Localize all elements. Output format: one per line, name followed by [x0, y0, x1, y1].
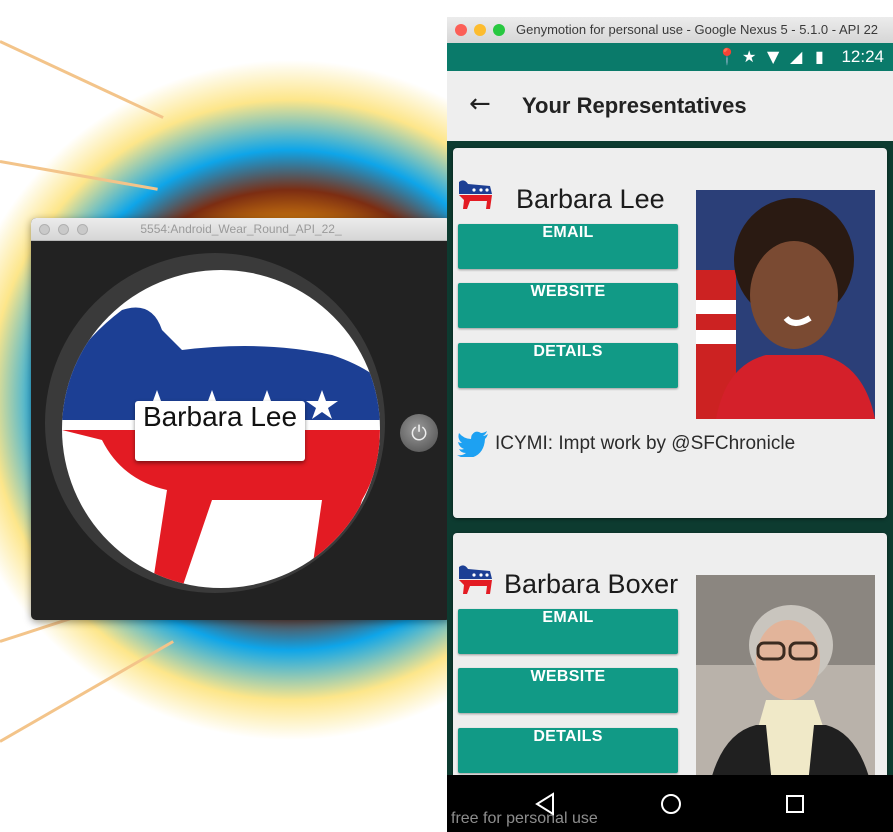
signal-icon: ◢	[790, 47, 803, 66]
battery-icon: ▮	[815, 47, 824, 66]
status-time: 12:24	[841, 47, 884, 66]
representatives-list[interactable]: Barbara Lee EMAIL WEBSITE DETAILS ICYMI:…	[447, 141, 893, 775]
rep-name: Barbara Boxer	[504, 569, 679, 599]
wear-emulator-window: 5554:Android_Wear_Round_API_22_ Barbara …	[31, 218, 451, 620]
rep-name: Barbara Lee	[516, 184, 665, 214]
nav-home-icon[interactable]	[656, 789, 686, 819]
close-button[interactable]	[455, 24, 467, 36]
email-button[interactable]: EMAIL	[458, 609, 678, 654]
minimize-button[interactable]	[474, 24, 486, 36]
zoom-button[interactable]	[493, 24, 505, 36]
star-icon: ★	[742, 47, 757, 66]
details-button[interactable]: DETAILS	[458, 728, 678, 773]
representative-card: Barbara Boxer EMAIL WEBSITE DETAILS	[453, 533, 887, 775]
watermark: free for personal use	[451, 810, 598, 827]
nav-recents-icon[interactable]	[780, 789, 810, 819]
back-arrow-icon[interactable]: ←	[469, 89, 491, 119]
phone-window-titlebar[interactable]: Genymotion for personal use - Google Nex…	[447, 17, 893, 44]
website-button[interactable]: WEBSITE	[458, 668, 678, 713]
power-icon[interactable]: ⏻	[400, 414, 438, 452]
wear-window-titlebar[interactable]: 5554:Android_Wear_Round_API_22_	[31, 218, 451, 241]
phone-emulator-window: Genymotion for personal use - Google Nex…	[447, 17, 893, 832]
phone-window-title: Genymotion for personal use - Google Nex…	[516, 22, 879, 37]
representative-card: Barbara Lee EMAIL WEBSITE DETAILS ICYMI:…	[453, 148, 887, 518]
rep-photo	[696, 190, 875, 419]
app-bar: ← Your Representatives	[447, 71, 893, 141]
democrat-donkey-icon	[459, 180, 492, 209]
details-button[interactable]: DETAILS	[458, 343, 678, 388]
wifi-icon: ▼	[767, 47, 780, 66]
wear-window-title: 5554:Android_Wear_Round_API_22_	[140, 222, 342, 236]
website-button[interactable]: WEBSITE	[458, 283, 678, 328]
location-icon: 📍	[717, 47, 737, 66]
wear-rep-name-card[interactable]: Barbara Lee	[135, 401, 305, 461]
status-bar: 📍 ★ ▼ ◢ ▮ 12:24	[447, 43, 893, 71]
democrat-donkey-icon	[459, 565, 492, 594]
page-title: Your Representatives	[522, 93, 747, 118]
email-button[interactable]: EMAIL	[458, 224, 678, 269]
twitter-bird-icon	[457, 431, 488, 457]
rep-photo	[696, 575, 875, 775]
tweet-row[interactable]: ICYMI: Impt work by @SFChronicle	[457, 431, 795, 457]
tweet-text: ICYMI: Impt work by @SFChronicle	[495, 433, 796, 455]
